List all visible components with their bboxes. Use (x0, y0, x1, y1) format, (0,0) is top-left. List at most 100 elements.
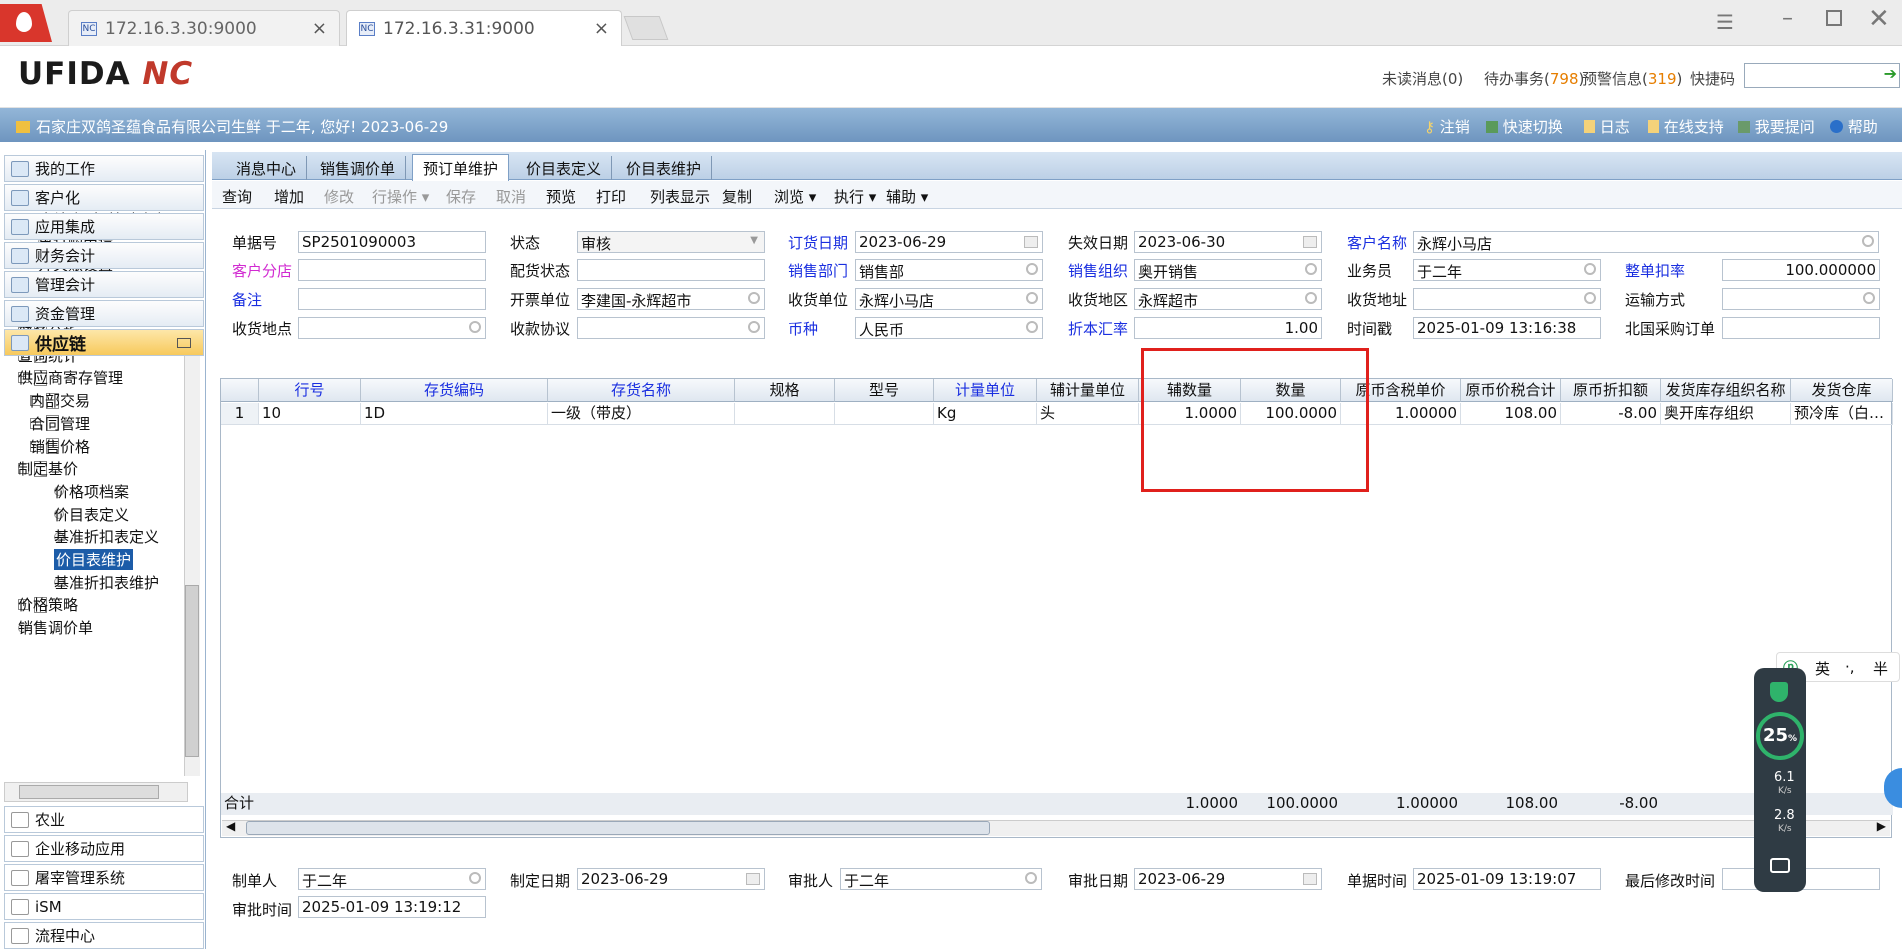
search-icon[interactable] (469, 872, 481, 884)
toolbar-button-3[interactable]: 修改 (324, 186, 354, 207)
toolbar-button-10[interactable]: 复制 (722, 186, 752, 207)
table-cell[interactable]: 奥开库存组织 (1661, 403, 1791, 425)
network-monitor-widget[interactable]: 25% 6.1 K/s 2.8 K/s (1754, 668, 1806, 892)
remark-field[interactable] (298, 288, 486, 310)
search-icon[interactable] (748, 292, 760, 304)
toolbar-button-11[interactable]: 浏览 ▾ (774, 186, 816, 207)
toolbar-button-2[interactable]: 增加 (274, 186, 304, 207)
tree-horizontal-scrollbar[interactable] (4, 782, 188, 802)
nav-module-6[interactable]: 资金管理 (4, 300, 204, 327)
table-cell[interactable]: -8.00 (1561, 403, 1661, 425)
invoice-unit-field[interactable]: 李建国-永辉超市 (577, 288, 765, 310)
approver-field[interactable]: 于二年 (840, 868, 1042, 890)
branch-field[interactable] (298, 259, 486, 281)
browser-tab-2[interactable]: NC 172.16.3.31:9000 × (346, 10, 622, 46)
order-date-field[interactable]: 2023-06-29 (855, 231, 1043, 253)
nav-bottom-module-2[interactable]: 企业移动应用 (4, 835, 204, 862)
table-cell[interactable]: 1D (361, 403, 548, 425)
receive-addr-field[interactable] (1413, 288, 1601, 310)
table-cell[interactable]: 108.00 (1461, 403, 1561, 425)
search-icon[interactable] (469, 321, 481, 333)
discount-field[interactable]: 100.000000 (1722, 259, 1880, 281)
tree-item[interactable]: − 销售价格 (30, 435, 90, 457)
toolbar-button-4[interactable]: 行操作 ▾ (372, 186, 429, 207)
function-tab-2[interactable]: 销售调价单 (310, 156, 407, 180)
column-header[interactable] (221, 379, 259, 402)
search-icon[interactable] (1026, 263, 1038, 275)
log-link[interactable]: 日志 (1584, 116, 1630, 137)
browser-tab-1[interactable]: NC 172.16.3.30:9000 × (68, 10, 340, 46)
toolbar-button-5[interactable]: 保存 (446, 186, 476, 207)
calendar-icon[interactable] (1303, 236, 1317, 248)
quick-code-input[interactable]: ➔ (1744, 63, 1900, 88)
function-tab-1[interactable]: 消息中心 (226, 156, 308, 180)
column-header[interactable]: 计量单位 (934, 379, 1037, 402)
bill-time-field[interactable]: 2025-01-09 13:19:07 (1413, 868, 1601, 890)
table-cell[interactable]: Kg (934, 403, 1037, 425)
column-header[interactable]: 发货库存组织名称 (1661, 379, 1791, 402)
salesman-field[interactable]: 于二年 (1413, 259, 1601, 281)
receive-area-field[interactable]: 永辉超市 (1134, 288, 1322, 310)
column-header[interactable]: 原币价税合计 (1461, 379, 1561, 402)
toolbar-button-1[interactable]: 查询 (222, 186, 252, 207)
todo-link[interactable]: 待办事务(798) (1484, 68, 1584, 89)
search-icon[interactable] (1862, 235, 1874, 247)
help-link[interactable]: 帮助 (1830, 116, 1878, 137)
ask-question-link[interactable]: 我要提问 (1738, 116, 1815, 137)
receive-unit-field[interactable]: 永辉小马店 (855, 288, 1043, 310)
sales-org-field[interactable]: 奥开销售 (1134, 259, 1322, 281)
north-order-field[interactable] (1722, 317, 1880, 339)
nav-bottom-module-3[interactable]: 屠宰管理系统 (4, 864, 204, 891)
search-icon[interactable] (1305, 263, 1317, 275)
nav-module-3[interactable]: 应用集成 (4, 213, 204, 240)
search-icon[interactable] (1863, 292, 1875, 304)
collapse-icon[interactable] (177, 337, 191, 348)
grid-scroll-thumb[interactable] (246, 821, 990, 835)
search-icon[interactable] (748, 321, 760, 333)
nav-bottom-module-1[interactable]: 农业 (4, 806, 204, 833)
dist-status-field[interactable] (577, 259, 765, 281)
tree-item[interactable]: + 价格策略 (18, 594, 78, 616)
restore-icon[interactable] (1826, 10, 1842, 26)
tree-item[interactable]: 价格项档案 (54, 480, 129, 502)
nav-module-4[interactable]: 财务会计 (4, 242, 204, 269)
chevron-down-icon[interactable]: ▼ (750, 235, 758, 246)
camera-icon[interactable] (1770, 858, 1790, 873)
nav-module-5[interactable]: 管理会计 (4, 271, 204, 298)
toolbar-button-9[interactable]: 列表显示 (650, 186, 710, 207)
toolbar-button-6[interactable]: 取消 (496, 186, 526, 207)
quick-switch-link[interactable]: 快速切换 (1486, 116, 1563, 137)
tree-item[interactable]: + 供应商寄存管理 (18, 367, 123, 389)
toolbar-button-13[interactable]: 辅助 ▾ (886, 186, 928, 207)
search-icon[interactable] (1026, 292, 1038, 304)
calendar-icon[interactable] (1024, 236, 1038, 248)
customer-field[interactable]: 永辉小马店 (1413, 231, 1879, 253)
search-icon[interactable] (1584, 292, 1596, 304)
function-tab-4[interactable]: 价目表定义 (516, 156, 613, 180)
logout-link[interactable]: ⚷ 注销 (1424, 116, 1470, 137)
table-cell[interactable]: 预冷库（白… (1791, 403, 1893, 425)
calendar-icon[interactable] (746, 873, 760, 885)
tree-item[interactable]: 价目表定义 (54, 503, 129, 525)
online-support-link[interactable]: 在线支持 (1648, 116, 1724, 137)
function-tab-3[interactable]: 预订单维护 (412, 154, 510, 181)
column-header[interactable]: 行号 (259, 379, 361, 402)
timestamp-field[interactable]: 2025-01-09 13:16:38 (1413, 317, 1601, 339)
nav-bottom-module-4[interactable]: iSM (4, 893, 204, 920)
rate-field[interactable]: 1.00 (1134, 317, 1322, 339)
nav-module-7[interactable]: 供应链 (4, 329, 204, 356)
payment-field[interactable] (577, 317, 765, 339)
close-tab-icon[interactable]: × (594, 18, 609, 39)
column-header[interactable]: 辅计量单位 (1037, 379, 1139, 402)
menu-icon[interactable]: ☰ (1716, 10, 1734, 34)
tree-item[interactable]: 基准折扣表定义 (54, 526, 159, 548)
table-cell[interactable]: 头 (1037, 403, 1139, 425)
tree-scroll-thumb[interactable] (185, 585, 199, 757)
tree-item[interactable]: 销售调价单 (18, 617, 93, 639)
column-header[interactable]: 存货编码 (361, 379, 548, 402)
make-date-field[interactable]: 2023-06-29 (577, 868, 765, 890)
transport-field[interactable] (1722, 288, 1880, 310)
close-tab-icon[interactable]: × (312, 18, 327, 39)
sales-dept-field[interactable]: 销售部 (855, 259, 1043, 281)
unread-messages-link[interactable]: 未读消息(0) (1382, 68, 1463, 89)
